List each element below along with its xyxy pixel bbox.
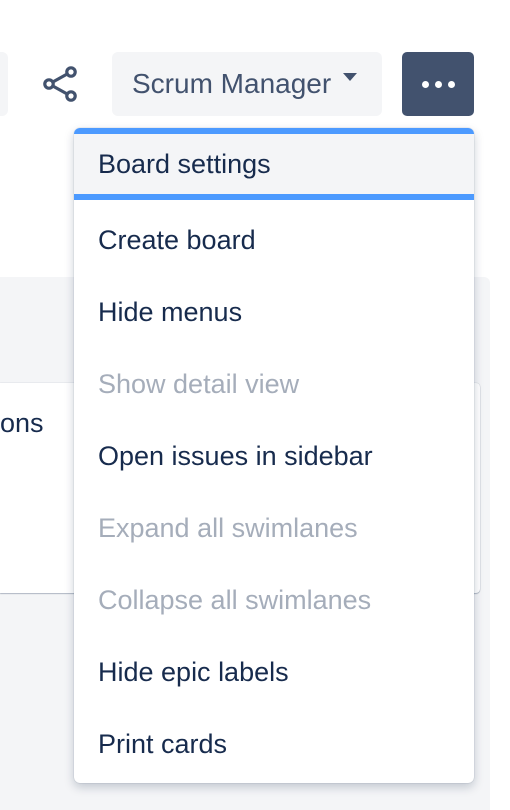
search-input[interactable] (0, 52, 8, 116)
menu-item-open-issues-in-sidebar[interactable]: Open issues in sidebar (74, 420, 474, 492)
caret-down-icon (343, 73, 358, 81)
menu-item-hide-epic-labels[interactable]: Hide epic labels (74, 636, 474, 708)
menu-item-create-board[interactable]: Create board (74, 204, 474, 276)
menu-item-expand-all-swimlanes: Expand all swimlanes (98, 512, 358, 543)
board-selector-dropdown[interactable]: Scrum Manager (112, 52, 382, 116)
menu-item-collapse-all-swimlanes: Collapse all swimlanes (98, 584, 372, 615)
board-page: ons Scrum Manager Board settings Create … (0, 0, 510, 810)
menu-item-board-settings[interactable]: Board settings (74, 128, 474, 200)
more-actions-menu: Board settings Create board Hide menus S… (74, 128, 474, 783)
menu-item-print-cards[interactable]: Print cards (74, 708, 474, 780)
more-actions-button[interactable] (402, 52, 474, 116)
board-card-text: ons (0, 408, 44, 438)
share-icon (43, 66, 77, 102)
more-horizontal-icon-dot (434, 80, 442, 88)
more-horizontal-icon (421, 80, 429, 88)
board-selector-label: Scrum Manager (132, 68, 332, 99)
more-horizontal-icon-dot (447, 80, 455, 88)
share-button[interactable] (36, 60, 84, 108)
menu-item-show-detail-view: Show detail view (98, 368, 300, 399)
menu-item-hide-menus[interactable]: Hide menus (74, 276, 474, 348)
